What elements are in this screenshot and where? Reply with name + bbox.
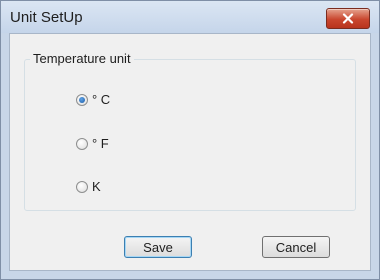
radio-button-fahrenheit[interactable] xyxy=(76,137,88,150)
radio-option-fahrenheit[interactable]: ° F xyxy=(76,136,109,151)
radio-label-kelvin: K xyxy=(92,179,101,194)
radio-button-kelvin[interactable] xyxy=(76,180,88,193)
cancel-button[interactable]: Cancel xyxy=(262,236,330,258)
radio-option-kelvin[interactable]: K xyxy=(76,179,101,194)
unit-setup-dialog: Unit SetUp Temperature unit ° C ° F K Sa… xyxy=(0,0,380,280)
close-icon xyxy=(342,13,354,24)
radio-option-celsius[interactable]: ° C xyxy=(76,92,110,107)
dialog-client-area: Temperature unit ° C ° F K Save Cancel xyxy=(9,33,371,271)
save-button[interactable]: Save xyxy=(124,236,192,258)
radio-label-fahrenheit: ° F xyxy=(92,136,109,151)
title-bar[interactable]: Unit SetUp xyxy=(1,1,379,33)
close-button[interactable] xyxy=(326,8,370,29)
dialog-title: Unit SetUp xyxy=(10,9,83,26)
temperature-unit-label: Temperature unit xyxy=(30,51,134,66)
radio-label-celsius: ° C xyxy=(92,92,111,107)
temperature-unit-group xyxy=(24,59,356,211)
radio-button-celsius[interactable] xyxy=(76,93,88,106)
